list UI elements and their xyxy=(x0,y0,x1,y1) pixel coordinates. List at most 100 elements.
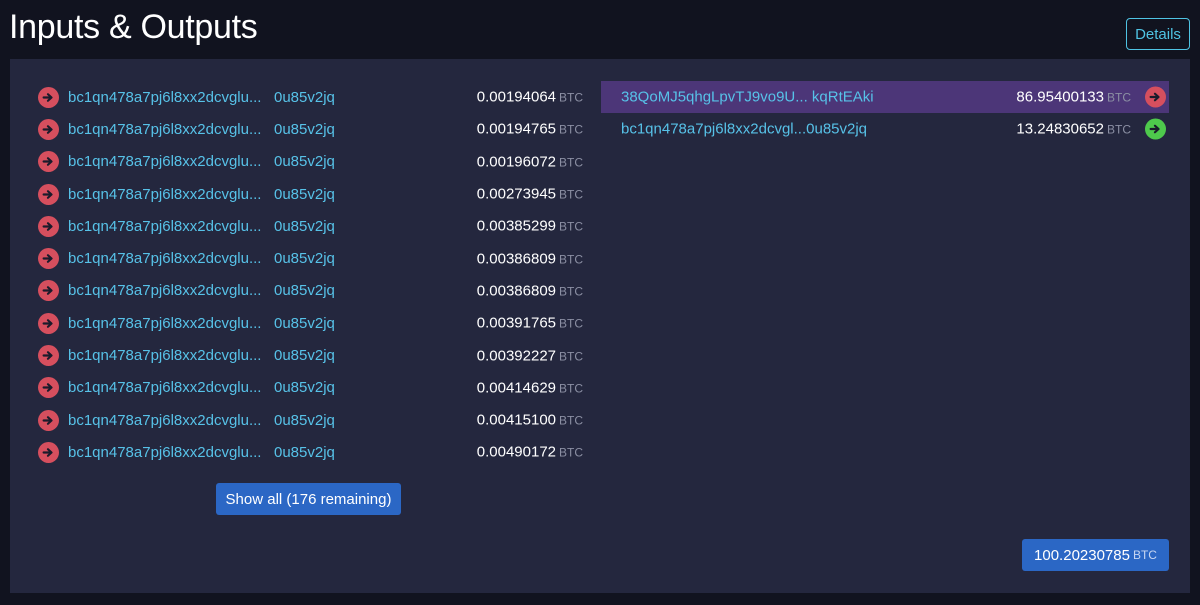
arrow-right-icon[interactable] xyxy=(1145,118,1166,140)
total-amount-badge: 100.20230785 BTC xyxy=(1022,539,1169,571)
input-amount: 0.00194765 BTC xyxy=(477,121,583,138)
input-amount: 0.00196072 BTC xyxy=(477,153,583,170)
input-amount: 0.00273945 BTC xyxy=(477,186,583,203)
input-row: bc1qn478a7pj6l8xx2dcvglu... 0u85v2jq 0.0… xyxy=(38,81,583,113)
input-address-suffix[interactable]: 0u85v2jq xyxy=(274,186,335,203)
arrow-right-icon[interactable] xyxy=(38,151,59,173)
input-row: bc1qn478a7pj6l8xx2dcvglu... 0u85v2jq 0.0… xyxy=(38,210,583,242)
inputs-list: bc1qn478a7pj6l8xx2dcvglu... 0u85v2jq 0.0… xyxy=(38,81,583,469)
output-address[interactable]: bc1qn478a7pj6l8xx2dcvgl...0u85v2jq xyxy=(621,121,867,138)
outputs-list: 38QoMJ5qhgLpvTJ9vo9U... kqRtEAki 86.9540… xyxy=(601,81,1169,145)
input-address-prefix[interactable]: bc1qn478a7pj6l8xx2dcvglu... xyxy=(68,218,261,235)
output-amount: 86.95400133 BTC xyxy=(1016,89,1131,106)
input-address-suffix[interactable]: 0u85v2jq xyxy=(274,412,335,429)
arrow-right-icon[interactable] xyxy=(38,345,59,367)
input-amount: 0.00414629 BTC xyxy=(477,379,583,396)
input-amount: 0.00415100 BTC xyxy=(477,412,583,429)
amount-value: 0.00386809 xyxy=(476,250,556,268)
input-address-suffix[interactable]: 0u85v2jq xyxy=(274,347,335,364)
input-address-suffix[interactable]: 0u85v2jq xyxy=(274,153,335,170)
arrow-right-icon[interactable] xyxy=(1145,86,1166,108)
amount-unit: BTC xyxy=(559,187,583,202)
amount-unit: BTC xyxy=(559,349,583,364)
input-row: bc1qn478a7pj6l8xx2dcvglu... 0u85v2jq 0.0… xyxy=(38,339,583,371)
input-address-prefix[interactable]: bc1qn478a7pj6l8xx2dcvglu... xyxy=(68,89,261,106)
input-amount: 0.00386809 BTC xyxy=(477,282,583,299)
amount-value: 0.00391765 xyxy=(476,314,556,332)
input-address-suffix[interactable]: 0u85v2jq xyxy=(274,315,335,332)
input-address-suffix[interactable]: 0u85v2jq xyxy=(274,282,335,299)
input-amount: 0.00490172 BTC xyxy=(477,444,583,461)
details-button[interactable]: Details xyxy=(1126,18,1190,50)
input-address-suffix[interactable]: 0u85v2jq xyxy=(274,379,335,396)
input-address-prefix[interactable]: bc1qn478a7pj6l8xx2dcvglu... xyxy=(68,412,261,429)
input-address-suffix[interactable]: 0u85v2jq xyxy=(274,444,335,461)
amount-unit: BTC xyxy=(559,155,583,170)
amount-unit: BTC xyxy=(559,413,583,428)
amount-unit: BTC xyxy=(559,381,583,396)
arrow-right-icon[interactable] xyxy=(38,118,59,140)
input-row: bc1qn478a7pj6l8xx2dcvglu... 0u85v2jq 0.0… xyxy=(38,113,583,145)
input-row: bc1qn478a7pj6l8xx2dcvglu... 0u85v2jq 0.0… xyxy=(38,242,583,274)
amount-value: 0.00415100 xyxy=(476,411,556,429)
total-amount-unit: BTC xyxy=(1132,548,1157,562)
amount-value: 0.00414629 xyxy=(476,379,556,397)
input-row: bc1qn478a7pj6l8xx2dcvglu... 0u85v2jq 0.0… xyxy=(38,178,583,210)
total-amount-value: 100.20230785 xyxy=(1034,546,1130,564)
input-row: bc1qn478a7pj6l8xx2dcvglu... 0u85v2jq 0.0… xyxy=(38,404,583,436)
input-address-prefix[interactable]: bc1qn478a7pj6l8xx2dcvglu... xyxy=(68,186,261,203)
amount-unit: BTC xyxy=(559,316,583,331)
input-amount: 0.00391765 BTC xyxy=(477,315,583,332)
input-row: bc1qn478a7pj6l8xx2dcvglu... 0u85v2jq 0.0… xyxy=(38,372,583,404)
amount-value: 0.00196072 xyxy=(476,153,556,171)
input-amount: 0.00386809 BTC xyxy=(477,250,583,267)
amount-unit: BTC xyxy=(559,122,583,137)
page-title: Inputs & Outputs xyxy=(9,8,258,46)
amount-value: 0.00194765 xyxy=(476,120,556,138)
inputs-outputs-panel: bc1qn478a7pj6l8xx2dcvglu... 0u85v2jq 0.0… xyxy=(10,59,1190,593)
input-address-prefix[interactable]: bc1qn478a7pj6l8xx2dcvglu... xyxy=(68,379,261,396)
arrow-right-icon[interactable] xyxy=(38,377,59,399)
output-row-highlighted: 38QoMJ5qhgLpvTJ9vo9U... kqRtEAki 86.9540… xyxy=(601,81,1169,113)
input-row: bc1qn478a7pj6l8xx2dcvglu... 0u85v2jq 0.0… xyxy=(38,146,583,178)
amount-unit: BTC xyxy=(1107,90,1131,105)
input-address-suffix[interactable]: 0u85v2jq xyxy=(274,250,335,267)
arrow-right-icon[interactable] xyxy=(38,312,59,334)
amount-value: 0.00273945 xyxy=(476,185,556,203)
output-row: bc1qn478a7pj6l8xx2dcvgl...0u85v2jq 13.24… xyxy=(601,113,1169,145)
amount-unit: BTC xyxy=(559,445,583,460)
arrow-right-icon[interactable] xyxy=(38,86,59,108)
amount-unit: BTC xyxy=(559,90,583,105)
arrow-right-icon[interactable] xyxy=(38,183,59,205)
input-address-prefix[interactable]: bc1qn478a7pj6l8xx2dcvglu... xyxy=(68,282,261,299)
output-amount: 13.24830652 BTC xyxy=(1016,121,1131,138)
amount-unit: BTC xyxy=(559,219,583,234)
input-address-prefix[interactable]: bc1qn478a7pj6l8xx2dcvglu... xyxy=(68,121,261,138)
input-address-prefix[interactable]: bc1qn478a7pj6l8xx2dcvglu... xyxy=(68,444,261,461)
input-address-prefix[interactable]: bc1qn478a7pj6l8xx2dcvglu... xyxy=(68,250,261,267)
amount-value: 13.24830652 xyxy=(1016,120,1104,138)
input-address-prefix[interactable]: bc1qn478a7pj6l8xx2dcvglu... xyxy=(68,347,261,364)
amount-unit: BTC xyxy=(1107,122,1131,137)
amount-value: 0.00386809 xyxy=(476,282,556,300)
amount-value: 0.00490172 xyxy=(476,443,556,461)
input-row: bc1qn478a7pj6l8xx2dcvglu... 0u85v2jq 0.0… xyxy=(38,436,583,468)
input-amount: 0.00385299 BTC xyxy=(477,218,583,235)
show-all-button[interactable]: Show all (176 remaining) xyxy=(216,483,401,515)
amount-value: 0.00194064 xyxy=(476,88,556,106)
amount-value: 0.00385299 xyxy=(476,217,556,235)
amount-value: 86.95400133 xyxy=(1016,88,1104,106)
arrow-right-icon[interactable] xyxy=(38,248,59,270)
input-address-suffix[interactable]: 0u85v2jq xyxy=(274,121,335,138)
input-amount: 0.00194064 BTC xyxy=(477,89,583,106)
input-address-prefix[interactable]: bc1qn478a7pj6l8xx2dcvglu... xyxy=(68,315,261,332)
arrow-right-icon[interactable] xyxy=(38,409,59,431)
input-address-prefix[interactable]: bc1qn478a7pj6l8xx2dcvglu... xyxy=(68,153,261,170)
arrow-right-icon[interactable] xyxy=(38,280,59,302)
output-address[interactable]: 38QoMJ5qhgLpvTJ9vo9U... kqRtEAki xyxy=(621,89,874,106)
arrow-right-icon[interactable] xyxy=(38,441,59,463)
input-row: bc1qn478a7pj6l8xx2dcvglu... 0u85v2jq 0.0… xyxy=(38,307,583,339)
input-address-suffix[interactable]: 0u85v2jq xyxy=(274,218,335,235)
input-address-suffix[interactable]: 0u85v2jq xyxy=(274,89,335,106)
arrow-right-icon[interactable] xyxy=(38,215,59,237)
